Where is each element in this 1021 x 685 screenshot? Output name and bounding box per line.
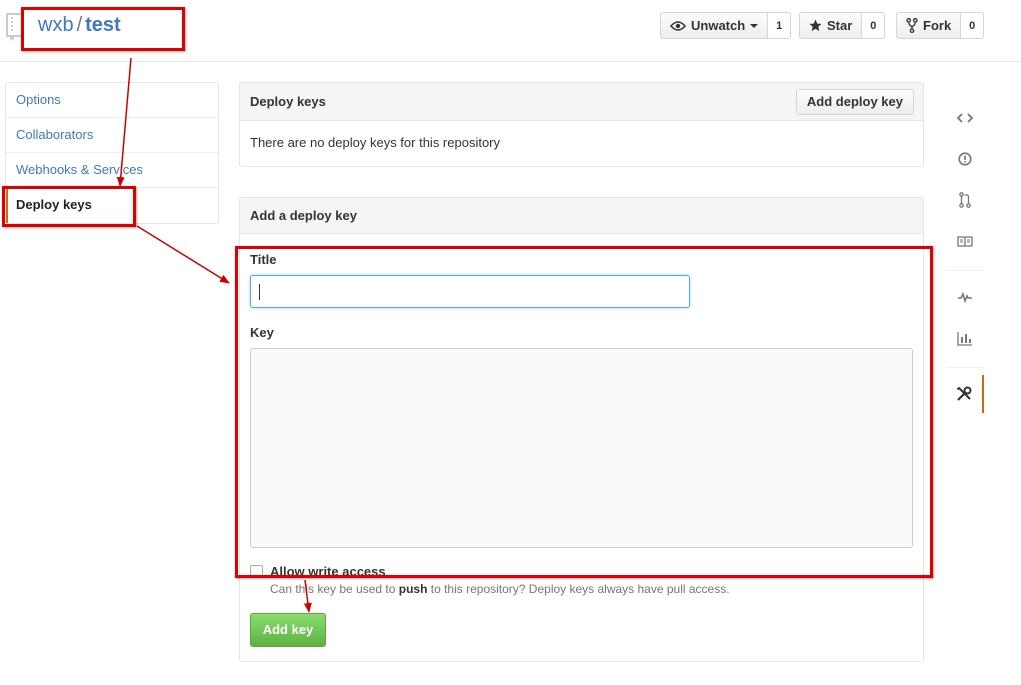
annotation-box-deploy-keys-menu <box>2 186 136 227</box>
annotation-box-form <box>235 246 933 578</box>
star-group: Star 0 <box>799 12 886 39</box>
issues-icon <box>958 152 972 166</box>
pull-request-icon <box>959 192 971 208</box>
note-push: push <box>398 582 428 596</box>
write-access-note: Can this key be used to push to this rep… <box>270 582 730 596</box>
fork-group: Fork 0 <box>896 12 985 39</box>
note-prefix: Can this key be used to <box>270 582 399 596</box>
nav-code[interactable] <box>946 99 984 137</box>
unwatch-group: Unwatch 1 <box>660 12 792 39</box>
sidenav-divider <box>946 367 984 368</box>
annotation-box-repo <box>21 7 185 51</box>
star-button[interactable]: Star <box>799 12 863 39</box>
nav-graphs[interactable] <box>946 319 984 357</box>
nav-settings[interactable] <box>946 375 984 413</box>
fork-label: Fork <box>923 18 952 33</box>
nav-pull-requests[interactable] <box>946 181 984 219</box>
wiki-icon <box>957 235 973 247</box>
graphs-icon <box>957 331 972 346</box>
add-key-button[interactable]: Add key <box>250 613 326 647</box>
watchers-count[interactable]: 1 <box>768 12 792 39</box>
sidenav-divider <box>946 270 984 271</box>
stars-count[interactable]: 0 <box>862 12 886 39</box>
add-deploy-key-heading: Add a deploy key <box>240 198 923 234</box>
pulse-icon <box>958 291 972 303</box>
nav-issues[interactable] <box>946 140 984 178</box>
fork-button[interactable]: Fork <box>896 12 962 39</box>
nav-pulse[interactable] <box>946 278 984 316</box>
fork-icon <box>906 18 918 33</box>
code-icon <box>957 113 973 123</box>
star-label: Star <box>827 18 853 33</box>
menu-item-options[interactable]: Options <box>6 83 218 118</box>
header-divider <box>0 61 1021 62</box>
settings-tools-icon <box>956 386 972 401</box>
deploy-keys-box: Deploy keys Add deploy key There are no … <box>239 82 924 167</box>
menu-item-webhooks[interactable]: Webhooks & Services <box>6 153 218 188</box>
note-suffix: to this repository? Deploy keys always h… <box>427 582 730 596</box>
unwatch-label: Unwatch <box>691 18 746 33</box>
deploy-keys-header: Deploy keys Add deploy key <box>240 83 923 121</box>
deploy-keys-heading: Deploy keys <box>250 94 326 109</box>
star-icon <box>809 19 822 32</box>
forks-count[interactable]: 0 <box>961 12 985 39</box>
add-deploy-key-button[interactable]: Add deploy key <box>795 89 914 115</box>
arrow-menu-to-form <box>136 225 230 284</box>
eye-icon <box>670 20 686 31</box>
deploy-keys-empty-message: There are no deploy keys for this reposi… <box>250 135 501 150</box>
chevron-down-icon <box>750 23 759 28</box>
menu-item-collaborators[interactable]: Collaborators <box>6 118 218 153</box>
nav-wiki[interactable] <box>946 222 984 260</box>
unwatch-button[interactable]: Unwatch <box>660 12 769 39</box>
